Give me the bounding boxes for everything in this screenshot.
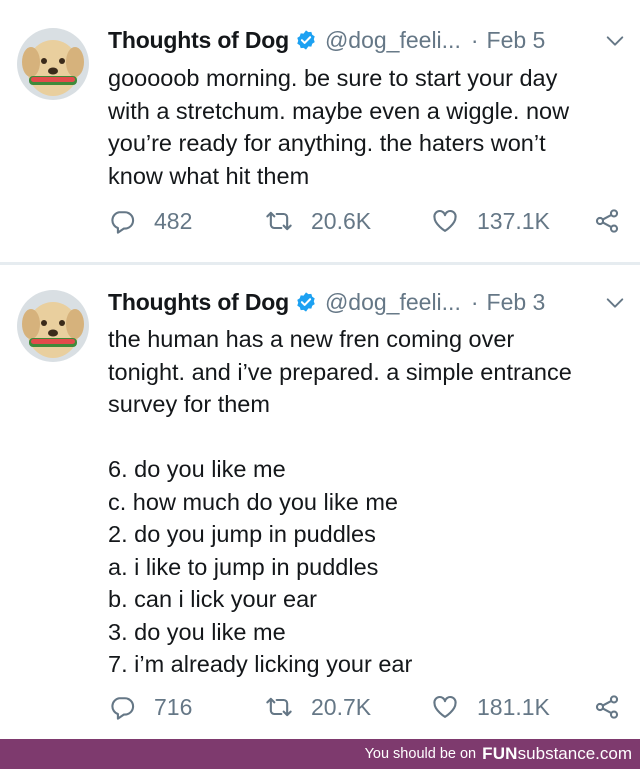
watermark-footer: You should be on FUN substance.com [0,739,640,769]
tweet-actions: 482 20.6K 137.1K [108,203,640,239]
tweet-text-line: tonight. and i’ve prepared. a simple ent… [108,358,572,385]
tweet-text: the human has a new fren coming over ton… [108,323,620,681]
separator-dot: · [470,26,479,53]
like-count: 137.1K [477,207,550,234]
tweet-text-line: c. how much do you like me [108,488,398,515]
author-handle[interactable]: @dog_feeli... [325,27,461,54]
tweet-text-line: with a stretchum. maybe even a wiggle. n… [108,97,570,124]
author-name[interactable]: Thoughts of Dog [108,289,289,316]
verified-badge-icon [295,29,317,51]
share-icon [595,209,619,233]
heart-icon [433,209,457,232]
tweet-text-line: 7. i’m already licking your ear [108,651,413,677]
tweet-text-line: survey for them [108,391,270,417]
retweet-button[interactable]: 20.6K [265,203,371,239]
tweet-date[interactable]: Feb 3 [487,289,546,316]
footer-brand: FUN [482,744,518,763]
tweet-text-line: a. i like to jump in puddles [108,553,379,580]
chevron-down-icon[interactable] [604,292,626,314]
tweet-text-line: you’re ready for anything. the haters wo… [108,130,546,156]
tweet-text-line: 3. do you like me [108,618,286,645]
tweet-actions: 716 20.7K 181.1K [108,689,640,725]
like-count: 181.1K [477,693,550,720]
retweet-icon [266,697,292,717]
share-button[interactable] [593,689,621,725]
retweet-icon [266,211,292,231]
tweet[interactable]: Thoughts of Dog @dog_feeli... · Feb 5 go… [0,0,640,262]
reply-count: 716 [154,693,193,720]
verified-badge-icon [295,291,317,313]
avatar[interactable] [17,290,89,362]
tweet-text-line: 6. do you like me [108,456,286,482]
reply-icon [111,211,135,234]
tweet-text-line: b. can i lick your ear [108,586,317,612]
chevron-down-icon[interactable] [604,30,626,52]
separator-dot: · [470,288,479,315]
reply-button[interactable]: 482 [108,203,192,239]
tweet-text-line: know what hit them [108,162,310,189]
reply-icon [111,697,135,720]
tweet-text-line: gooooob morning. be sure to start your d… [108,65,558,91]
avatar[interactable] [17,28,89,100]
like-button[interactable]: 137.1K [431,203,550,239]
tweet[interactable]: Thoughts of Dog @dog_feeli... · Feb 3 th… [0,265,640,737]
footer-brand-rest: substance.com [517,744,632,763]
tweet-text-line: 2. do you jump in puddles [108,521,376,547]
share-icon [595,695,619,719]
author-name[interactable]: Thoughts of Dog [108,27,289,54]
tweet-date[interactable]: Feb 5 [487,27,546,54]
retweet-count: 20.6K [311,207,372,234]
reply-button[interactable]: 716 [108,689,192,725]
tweet-text-line: the human has a new fren coming over [108,326,515,352]
like-button[interactable]: 181.1K [431,689,550,725]
retweet-count: 20.7K [311,693,372,720]
footer-prefix: You should be on [364,746,477,762]
author-handle[interactable]: @dog_feeli... [325,289,461,316]
reply-count: 482 [154,207,193,234]
heart-icon [433,695,457,718]
retweet-button[interactable]: 20.7K [265,689,371,725]
tweet-text: gooooob morning. be sure to start your d… [108,62,620,192]
share-button[interactable] [593,203,621,239]
